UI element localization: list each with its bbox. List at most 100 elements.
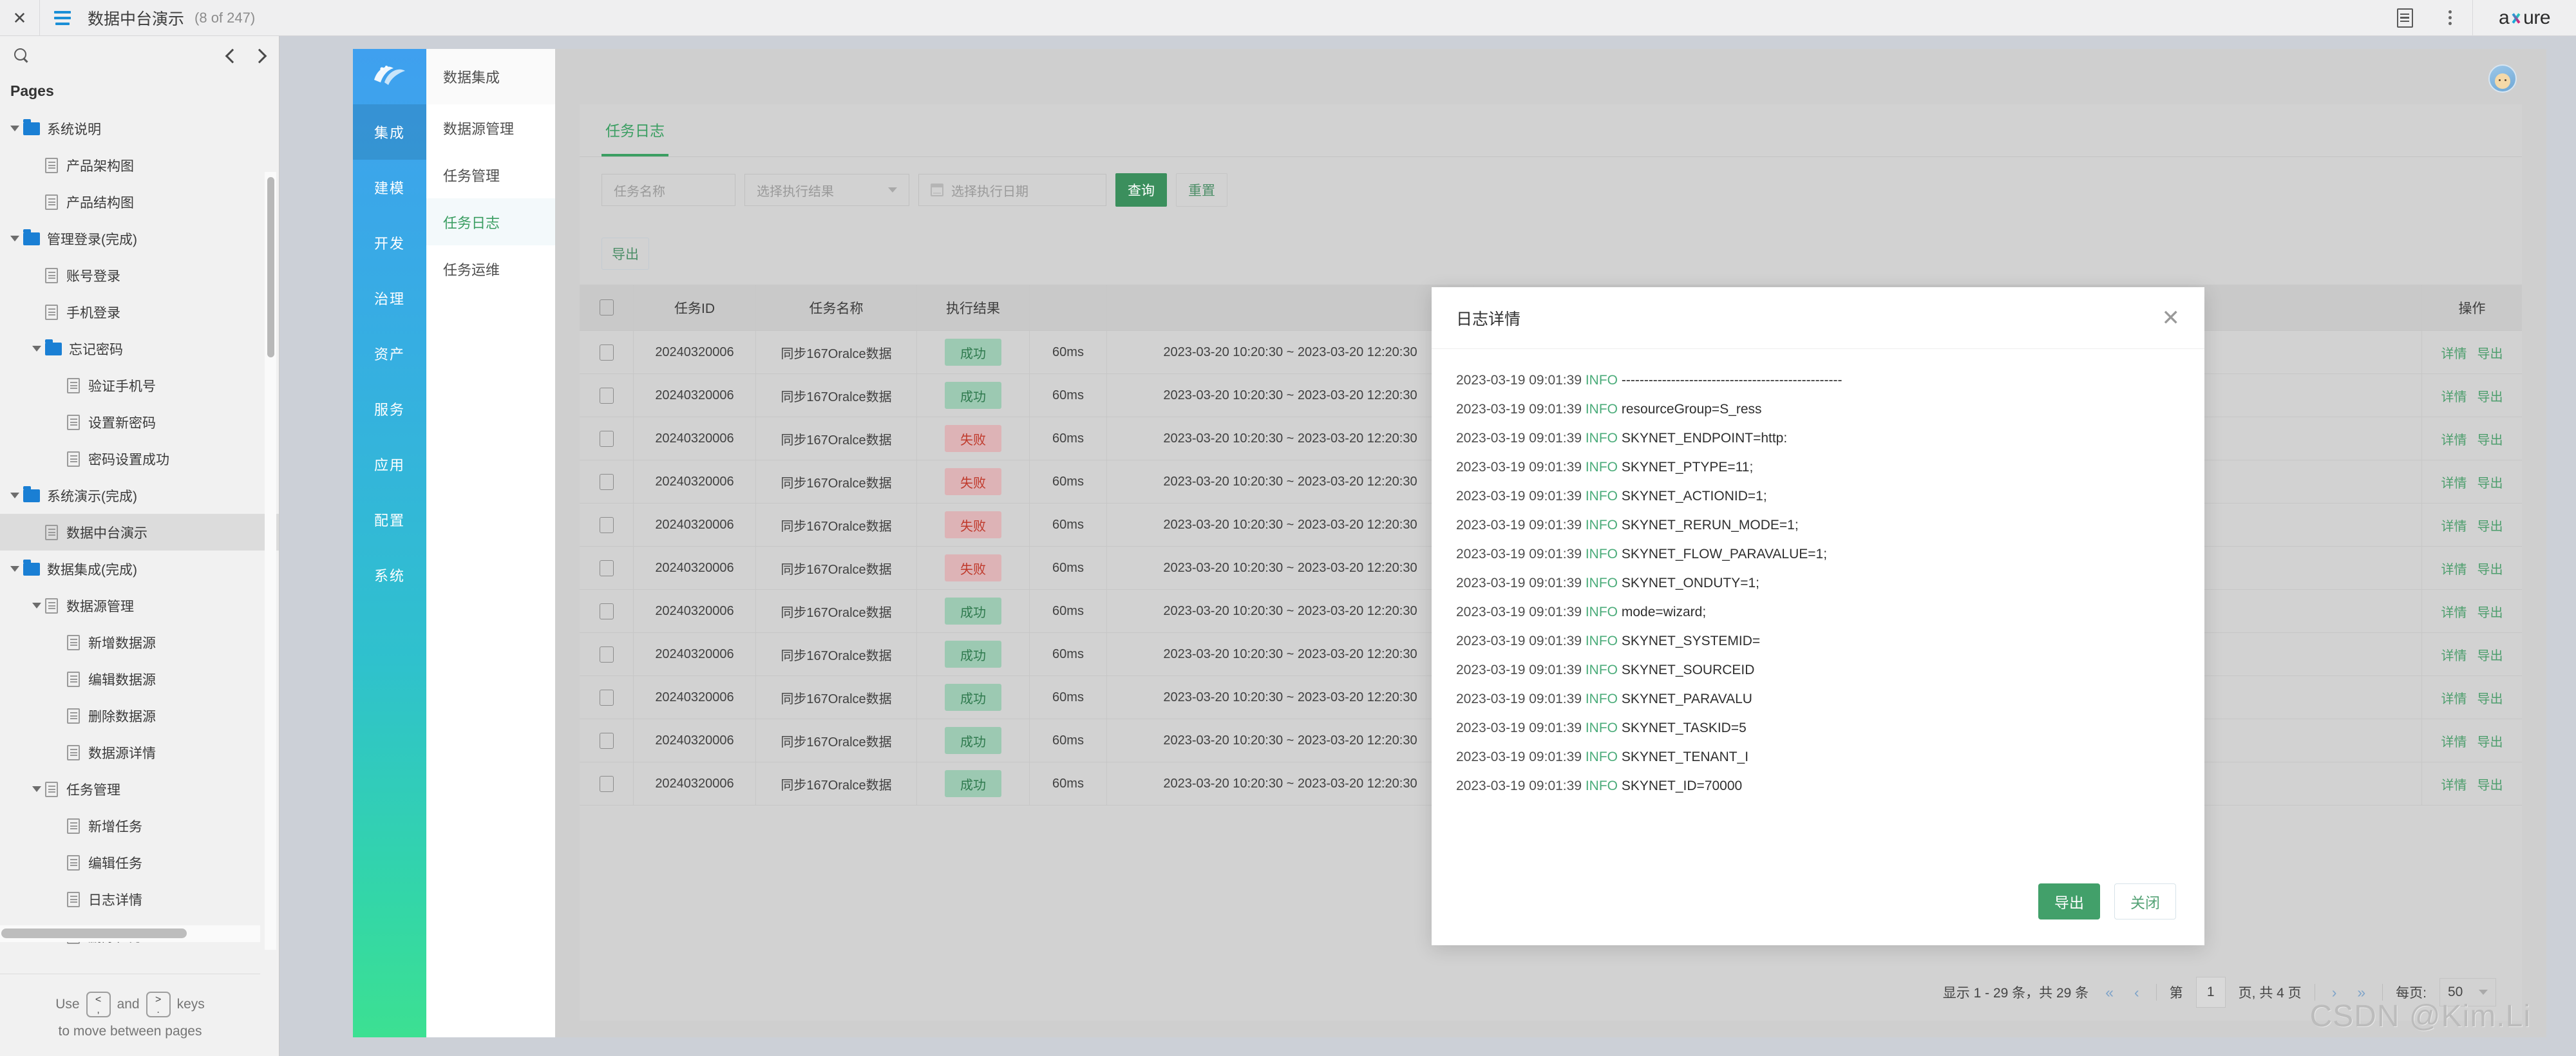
row-detail-link[interactable]: 详情 [2441, 645, 2467, 664]
row-checkbox[interactable] [600, 431, 614, 447]
next-page-icon[interactable]: › [2328, 984, 2341, 1001]
prev-page-icon[interactable] [225, 49, 240, 64]
close-icon[interactable]: ✕ [2162, 307, 2181, 329]
tab-task-log[interactable]: 任务日志 [601, 104, 668, 156]
tree-item[interactable]: 日志详情 [0, 881, 279, 918]
row-export-link[interactable]: 导出 [2477, 688, 2503, 707]
tree-item[interactable]: 手机登录 [0, 294, 279, 330]
search-icon[interactable] [14, 48, 30, 64]
tree-item[interactable]: 任务管理 [0, 771, 279, 807]
tree-item[interactable]: 验证手机号 [0, 367, 279, 404]
sitemap-toggle-icon[interactable] [40, 0, 85, 36]
rail-item-8[interactable]: 系统 [353, 547, 426, 603]
row-detail-link[interactable]: 详情 [2441, 343, 2467, 362]
rail-item-2[interactable]: 开发 [353, 215, 426, 270]
tree-item[interactable]: 数据中台演示 [0, 514, 279, 551]
tree-expand-arrow-icon[interactable] [28, 341, 45, 357]
row-checkbox[interactable] [600, 474, 614, 490]
row-detail-link[interactable]: 详情 [2441, 559, 2467, 578]
date-picker[interactable]: 选择执行日期 [918, 174, 1106, 206]
query-button[interactable]: 查询 [1115, 173, 1167, 207]
result-select[interactable]: 选择执行结果 [744, 174, 909, 206]
submenu-item-2[interactable]: 任务日志 [426, 198, 555, 245]
tree-item[interactable]: 账号登录 [0, 257, 279, 294]
rail-item-5[interactable]: 服务 [353, 381, 426, 437]
tree-item[interactable]: 产品架构图 [0, 147, 279, 184]
tree-item[interactable]: 删除数据源 [0, 697, 279, 734]
row-detail-link[interactable]: 详情 [2441, 473, 2467, 491]
tree-hscrollbar-thumb[interactable] [1, 929, 187, 938]
submenu-item-1[interactable]: 任务管理 [426, 151, 555, 198]
row-checkbox[interactable] [600, 776, 614, 792]
tree-item[interactable]: 数据集成(完成) [0, 551, 279, 587]
row-export-link[interactable]: 导出 [2477, 343, 2503, 362]
row-checkbox[interactable] [600, 646, 614, 663]
first-page-icon[interactable]: « [2101, 984, 2117, 1001]
notes-icon[interactable] [2382, 0, 2427, 36]
tree-item[interactable]: 管理登录(完成) [0, 220, 279, 257]
row-detail-link[interactable]: 详情 [2441, 688, 2467, 707]
submenu-item-0[interactable]: 数据源管理 [426, 104, 555, 151]
row-checkbox[interactable] [600, 517, 614, 533]
row-export-link[interactable]: 导出 [2477, 645, 2503, 664]
row-detail-link[interactable]: 详情 [2441, 775, 2467, 793]
row-checkbox[interactable] [600, 388, 614, 404]
modal-export-button[interactable]: 导出 [2038, 883, 2100, 919]
tree-item[interactable]: 数据源管理 [0, 587, 279, 624]
row-export-link[interactable]: 导出 [2477, 473, 2503, 491]
tree-expand-arrow-icon[interactable] [28, 781, 45, 798]
row-detail-link[interactable]: 详情 [2441, 386, 2467, 405]
task-name-input[interactable]: 任务名称 [601, 174, 735, 206]
next-page-icon[interactable] [252, 49, 267, 64]
row-export-link[interactable]: 导出 [2477, 775, 2503, 793]
export-button[interactable]: 导出 [601, 238, 649, 270]
tree-expand-arrow-icon[interactable] [6, 231, 23, 247]
row-checkbox[interactable] [600, 344, 614, 361]
row-export-link[interactable]: 导出 [2477, 429, 2503, 448]
page-size-select[interactable]: 50 [2439, 978, 2496, 1006]
prev-page-icon[interactable]: ‹ [2130, 984, 2143, 1001]
row-export-link[interactable]: 导出 [2477, 386, 2503, 405]
submenu-item-3[interactable]: 任务运维 [426, 245, 555, 292]
rail-item-0[interactable]: 集成 [353, 104, 426, 160]
tree-scrollbar-thumb[interactable] [267, 177, 274, 357]
row-checkbox[interactable] [600, 690, 614, 706]
row-detail-link[interactable]: 详情 [2441, 731, 2467, 750]
avatar[interactable] [2488, 64, 2517, 93]
row-export-link[interactable]: 导出 [2477, 731, 2503, 750]
modal-close-button[interactable]: 关闭 [2114, 883, 2176, 919]
row-detail-link[interactable]: 详情 [2441, 516, 2467, 534]
close-icon[interactable]: ✕ [0, 0, 40, 36]
tree-item[interactable]: 数据源详情 [0, 734, 279, 771]
tree-item[interactable]: 密码设置成功 [0, 440, 279, 477]
more-options-icon[interactable] [2427, 0, 2472, 36]
row-checkbox[interactable] [600, 733, 614, 749]
reset-button[interactable]: 重置 [1176, 173, 1227, 207]
tree-item[interactable]: 新增数据源 [0, 624, 279, 661]
tree-item[interactable]: 忘记密码 [0, 330, 279, 367]
row-export-link[interactable]: 导出 [2477, 602, 2503, 621]
tree-item[interactable]: 系统演示(完成) [0, 477, 279, 514]
tree-item[interactable]: 新增任务 [0, 807, 279, 844]
row-detail-link[interactable]: 详情 [2441, 429, 2467, 448]
row-checkbox[interactable] [600, 603, 614, 619]
row-export-link[interactable]: 导出 [2477, 559, 2503, 578]
tree-item[interactable]: 设置新密码 [0, 404, 279, 440]
rail-item-7[interactable]: 配置 [353, 492, 426, 547]
row-export-link[interactable]: 导出 [2477, 516, 2503, 534]
rail-item-6[interactable]: 应用 [353, 437, 426, 492]
tree-item[interactable]: 编辑任务 [0, 844, 279, 881]
select-all-checkbox[interactable] [600, 299, 614, 316]
row-detail-link[interactable]: 详情 [2441, 602, 2467, 621]
tree-expand-arrow-icon[interactable] [6, 487, 23, 504]
tree-item[interactable]: 产品结构图 [0, 184, 279, 220]
page-number-input[interactable]: 1 [2196, 977, 2226, 1008]
last-page-icon[interactable]: » [2353, 984, 2369, 1001]
tree-expand-arrow-icon[interactable] [6, 561, 23, 578]
rail-item-4[interactable]: 资产 [353, 326, 426, 381]
rail-item-1[interactable]: 建模 [353, 160, 426, 215]
rail-item-3[interactable]: 治理 [353, 270, 426, 326]
tree-expand-arrow-icon[interactable] [6, 120, 23, 137]
row-checkbox[interactable] [600, 560, 614, 576]
tree-expand-arrow-icon[interactable] [28, 598, 45, 614]
